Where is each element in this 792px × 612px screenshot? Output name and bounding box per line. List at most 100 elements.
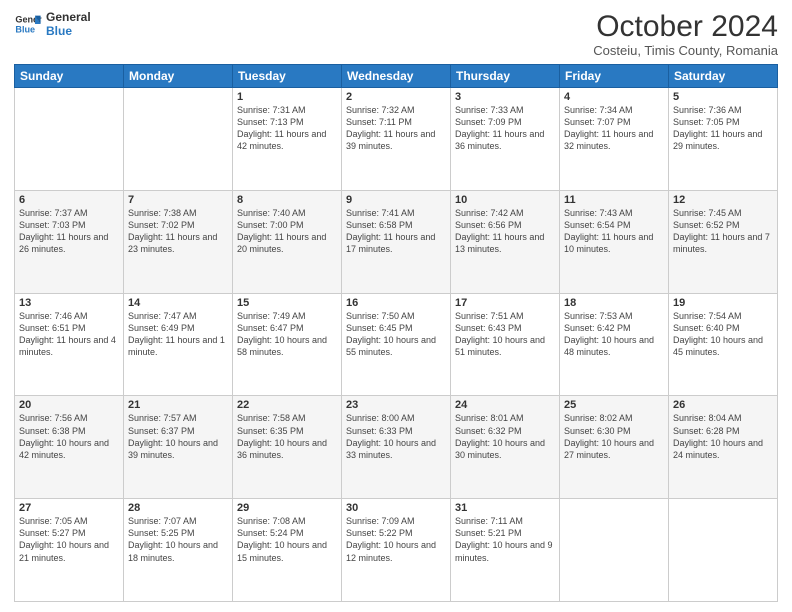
calendar-week-3: 20Sunrise: 7:56 AM Sunset: 6:38 PM Dayli… [15,396,778,499]
cell-info: Sunrise: 7:07 AM Sunset: 5:25 PM Dayligh… [128,515,228,564]
calendar-cell: 25Sunrise: 8:02 AM Sunset: 6:30 PM Dayli… [560,396,669,499]
cell-info: Sunrise: 8:04 AM Sunset: 6:28 PM Dayligh… [673,412,773,461]
cell-info: Sunrise: 7:58 AM Sunset: 6:35 PM Dayligh… [237,412,337,461]
calendar-cell: 24Sunrise: 8:01 AM Sunset: 6:32 PM Dayli… [451,396,560,499]
cell-day-number: 20 [19,399,119,411]
cell-info: Sunrise: 7:57 AM Sunset: 6:37 PM Dayligh… [128,412,228,461]
cell-info: Sunrise: 7:40 AM Sunset: 7:00 PM Dayligh… [237,207,337,256]
calendar-cell: 5Sunrise: 7:36 AM Sunset: 7:05 PM Daylig… [669,88,778,191]
cell-day-number: 5 [673,91,773,103]
title-block: October 2024 Costeiu, Timis County, Roma… [593,10,778,58]
logo-line2: Blue [46,24,91,38]
cell-day-number: 13 [19,297,119,309]
calendar-cell: 4Sunrise: 7:34 AM Sunset: 7:07 PM Daylig… [560,88,669,191]
cell-day-number: 15 [237,297,337,309]
cell-day-number: 24 [455,399,555,411]
calendar-cell: 28Sunrise: 7:07 AM Sunset: 5:25 PM Dayli… [124,499,233,602]
calendar-header-thursday: Thursday [451,65,560,88]
cell-info: Sunrise: 7:34 AM Sunset: 7:07 PM Dayligh… [564,104,664,153]
cell-day-number: 25 [564,399,664,411]
calendar-cell: 1Sunrise: 7:31 AM Sunset: 7:13 PM Daylig… [233,88,342,191]
cell-day-number: 17 [455,297,555,309]
calendar-cell: 6Sunrise: 7:37 AM Sunset: 7:03 PM Daylig… [15,190,124,293]
cell-info: Sunrise: 7:49 AM Sunset: 6:47 PM Dayligh… [237,310,337,359]
logo-line1: General [46,10,91,24]
cell-day-number: 18 [564,297,664,309]
svg-text:Blue: Blue [15,24,35,34]
cell-info: Sunrise: 7:41 AM Sunset: 6:58 PM Dayligh… [346,207,446,256]
cell-day-number: 8 [237,194,337,206]
cell-info: Sunrise: 7:08 AM Sunset: 5:24 PM Dayligh… [237,515,337,564]
cell-info: Sunrise: 7:32 AM Sunset: 7:11 PM Dayligh… [346,104,446,153]
cell-day-number: 7 [128,194,228,206]
calendar-cell: 31Sunrise: 7:11 AM Sunset: 5:21 PM Dayli… [451,499,560,602]
header: General Blue General Blue October 2024 C… [14,10,778,58]
calendar-header-wednesday: Wednesday [342,65,451,88]
cell-day-number: 26 [673,399,773,411]
calendar-cell: 19Sunrise: 7:54 AM Sunset: 6:40 PM Dayli… [669,293,778,396]
cell-info: Sunrise: 7:54 AM Sunset: 6:40 PM Dayligh… [673,310,773,359]
calendar-cell: 9Sunrise: 7:41 AM Sunset: 6:58 PM Daylig… [342,190,451,293]
cell-info: Sunrise: 7:09 AM Sunset: 5:22 PM Dayligh… [346,515,446,564]
calendar-header-monday: Monday [124,65,233,88]
cell-day-number: 23 [346,399,446,411]
calendar-cell: 20Sunrise: 7:56 AM Sunset: 6:38 PM Dayli… [15,396,124,499]
calendar-cell: 3Sunrise: 7:33 AM Sunset: 7:09 PM Daylig… [451,88,560,191]
cell-info: Sunrise: 7:11 AM Sunset: 5:21 PM Dayligh… [455,515,555,564]
calendar-cell: 23Sunrise: 8:00 AM Sunset: 6:33 PM Dayli… [342,396,451,499]
cell-info: Sunrise: 7:47 AM Sunset: 6:49 PM Dayligh… [128,310,228,359]
calendar-cell: 26Sunrise: 8:04 AM Sunset: 6:28 PM Dayli… [669,396,778,499]
calendar-header-tuesday: Tuesday [233,65,342,88]
calendar-cell: 21Sunrise: 7:57 AM Sunset: 6:37 PM Dayli… [124,396,233,499]
calendar-cell: 22Sunrise: 7:58 AM Sunset: 6:35 PM Dayli… [233,396,342,499]
cell-day-number: 31 [455,502,555,514]
cell-day-number: 2 [346,91,446,103]
calendar-cell: 13Sunrise: 7:46 AM Sunset: 6:51 PM Dayli… [15,293,124,396]
calendar-cell [669,499,778,602]
cell-day-number: 30 [346,502,446,514]
cell-info: Sunrise: 7:53 AM Sunset: 6:42 PM Dayligh… [564,310,664,359]
calendar-week-1: 6Sunrise: 7:37 AM Sunset: 7:03 PM Daylig… [15,190,778,293]
cell-info: Sunrise: 7:45 AM Sunset: 6:52 PM Dayligh… [673,207,773,256]
cell-info: Sunrise: 7:42 AM Sunset: 6:56 PM Dayligh… [455,207,555,256]
calendar-cell: 27Sunrise: 7:05 AM Sunset: 5:27 PM Dayli… [15,499,124,602]
calendar-cell: 14Sunrise: 7:47 AM Sunset: 6:49 PM Dayli… [124,293,233,396]
cell-info: Sunrise: 7:05 AM Sunset: 5:27 PM Dayligh… [19,515,119,564]
cell-day-number: 21 [128,399,228,411]
cell-day-number: 29 [237,502,337,514]
calendar-cell: 2Sunrise: 7:32 AM Sunset: 7:11 PM Daylig… [342,88,451,191]
calendar-week-2: 13Sunrise: 7:46 AM Sunset: 6:51 PM Dayli… [15,293,778,396]
cell-info: Sunrise: 7:36 AM Sunset: 7:05 PM Dayligh… [673,104,773,153]
cell-info: Sunrise: 8:02 AM Sunset: 6:30 PM Dayligh… [564,412,664,461]
cell-day-number: 28 [128,502,228,514]
cell-day-number: 12 [673,194,773,206]
cell-info: Sunrise: 7:51 AM Sunset: 6:43 PM Dayligh… [455,310,555,359]
calendar-cell [560,499,669,602]
logo: General Blue General Blue [14,10,91,38]
cell-info: Sunrise: 7:56 AM Sunset: 6:38 PM Dayligh… [19,412,119,461]
calendar-header-saturday: Saturday [669,65,778,88]
calendar-cell: 11Sunrise: 7:43 AM Sunset: 6:54 PM Dayli… [560,190,669,293]
calendar-cell: 8Sunrise: 7:40 AM Sunset: 7:00 PM Daylig… [233,190,342,293]
cell-day-number: 19 [673,297,773,309]
cell-info: Sunrise: 8:00 AM Sunset: 6:33 PM Dayligh… [346,412,446,461]
location-subtitle: Costeiu, Timis County, Romania [593,43,778,58]
calendar-week-4: 27Sunrise: 7:05 AM Sunset: 5:27 PM Dayli… [15,499,778,602]
cell-day-number: 3 [455,91,555,103]
calendar-cell: 10Sunrise: 7:42 AM Sunset: 6:56 PM Dayli… [451,190,560,293]
month-title: October 2024 [593,10,778,43]
cell-day-number: 16 [346,297,446,309]
calendar-cell: 30Sunrise: 7:09 AM Sunset: 5:22 PM Dayli… [342,499,451,602]
calendar-cell [15,88,124,191]
calendar-header-row: SundayMondayTuesdayWednesdayThursdayFrid… [15,65,778,88]
cell-day-number: 22 [237,399,337,411]
cell-info: Sunrise: 7:31 AM Sunset: 7:13 PM Dayligh… [237,104,337,153]
calendar-cell [124,88,233,191]
cell-day-number: 10 [455,194,555,206]
calendar-cell: 12Sunrise: 7:45 AM Sunset: 6:52 PM Dayli… [669,190,778,293]
calendar-header-friday: Friday [560,65,669,88]
cell-day-number: 1 [237,91,337,103]
calendar-header-sunday: Sunday [15,65,124,88]
calendar-week-0: 1Sunrise: 7:31 AM Sunset: 7:13 PM Daylig… [15,88,778,191]
calendar-cell: 29Sunrise: 7:08 AM Sunset: 5:24 PM Dayli… [233,499,342,602]
